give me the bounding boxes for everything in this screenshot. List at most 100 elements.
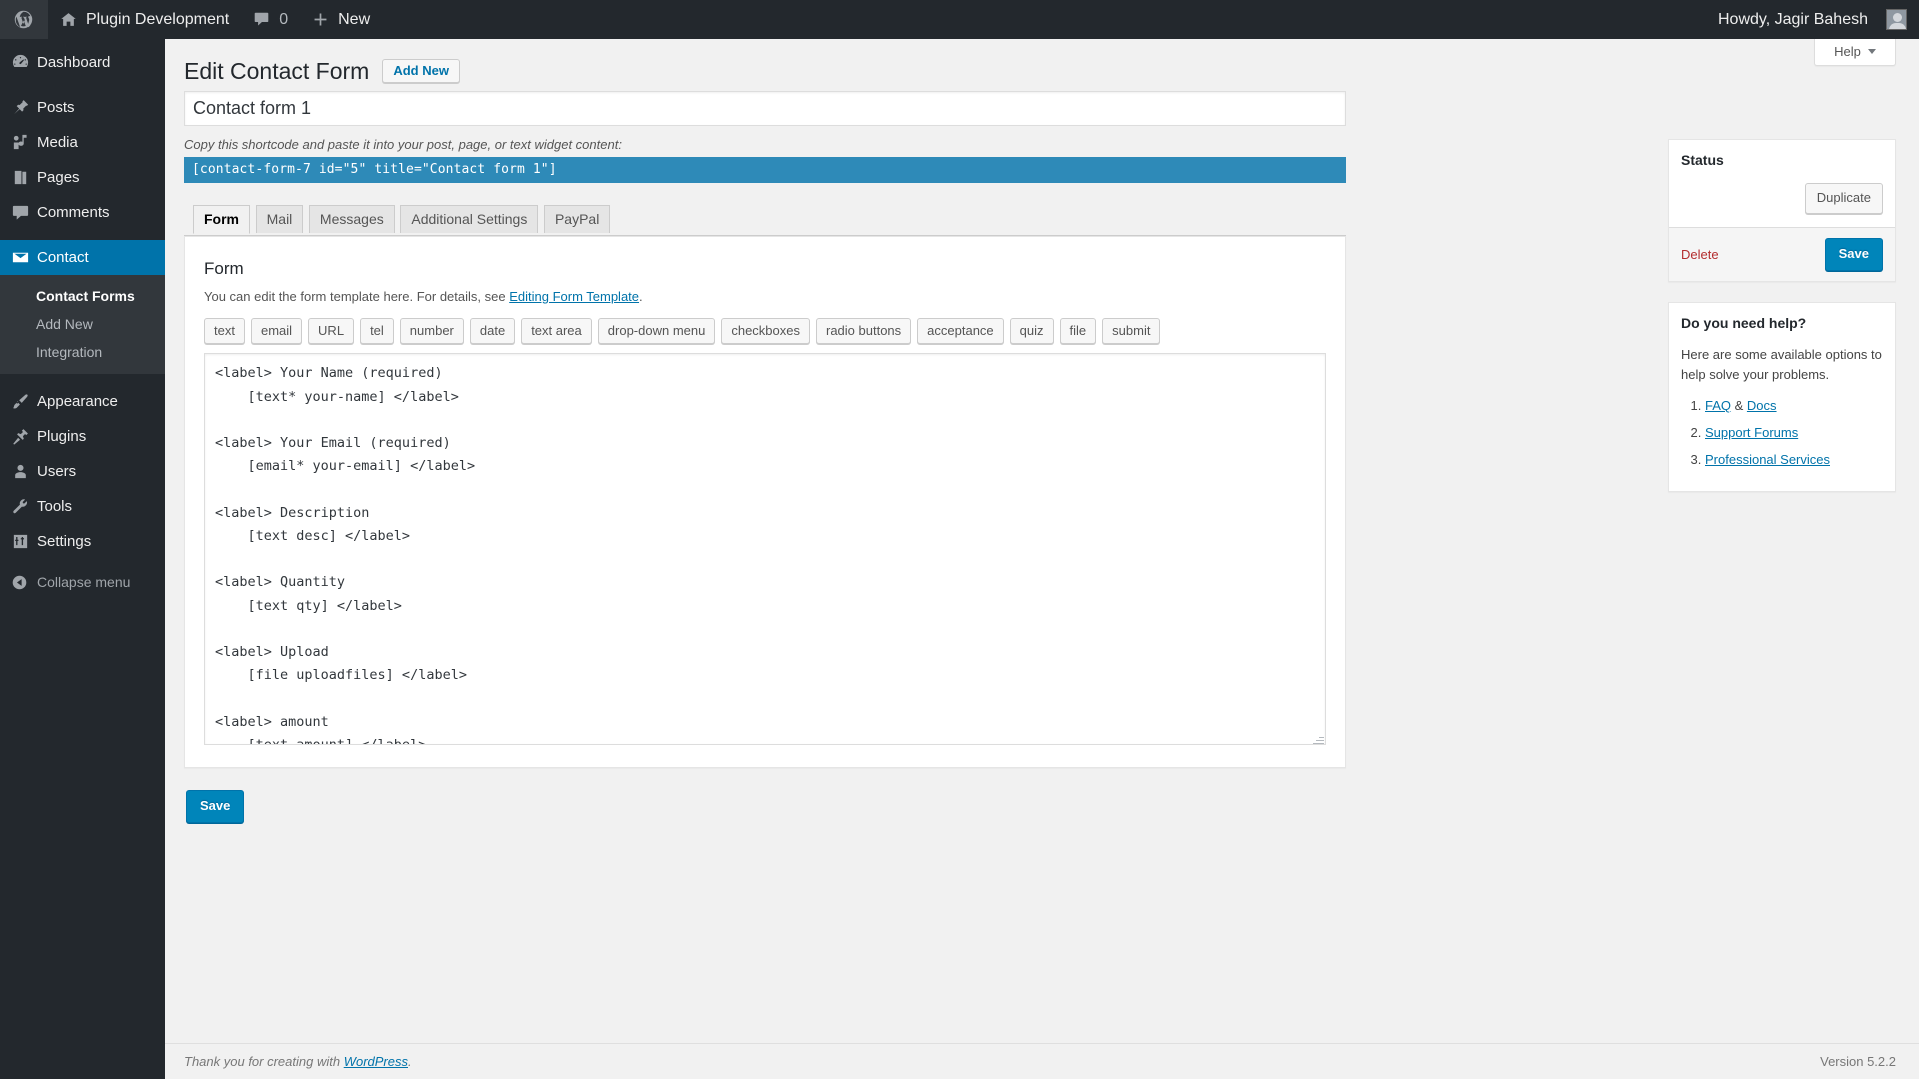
duplicate-button[interactable]: Duplicate <box>1804 183 1883 214</box>
my-account-menu[interactable]: Howdy, Jagir Bahesh <box>1706 0 1919 39</box>
wordpress-logo-menu[interactable] <box>0 0 48 39</box>
sidebar-item-users[interactable]: Users <box>0 454 165 489</box>
help-links-list: FAQ & Docs Support Forums Professional S… <box>1681 396 1883 470</box>
sidebar-item-plugins[interactable]: Plugins <box>0 419 165 454</box>
sidebar-item-label: Dashboard <box>37 54 111 71</box>
add-new-button[interactable]: Add New <box>382 59 460 84</box>
new-content-menu[interactable]: New <box>300 0 382 39</box>
amp-separator: & <box>1731 398 1747 414</box>
sidebar-item-posts[interactable]: Posts <box>0 90 165 125</box>
tag-button-tel[interactable]: tel <box>360 317 394 345</box>
sidebar-item-label: Posts <box>37 99 75 116</box>
status-box-title: Status <box>1681 151 1724 168</box>
tab-paypal[interactable]: PayPal <box>543 204 611 233</box>
status-major-actions: Delete Save <box>1669 227 1895 281</box>
tag-button-drop-down-menu[interactable]: drop-down menu <box>597 317 716 345</box>
tab-additional-settings[interactable]: Additional Settings <box>400 204 539 233</box>
help-box-title: Do you need help? <box>1681 314 1807 331</box>
save-button-main[interactable]: Save <box>186 790 245 823</box>
form-desc-post: . <box>639 288 643 304</box>
tag-button-text-area[interactable]: text area <box>521 317 592 345</box>
sidebar-item-settings[interactable]: Settings <box>0 524 165 559</box>
sidebar-item-contact[interactable]: Contact <box>0 240 173 275</box>
support-forums-link[interactable]: Support Forums <box>1705 425 1798 440</box>
form-template-wrapper: <label> Your Name (required) [text* your… <box>204 353 1326 748</box>
collapse-menu-label: Collapse menu <box>37 574 131 590</box>
list-item: Support Forums <box>1705 423 1883 444</box>
menu-separator <box>0 80 165 90</box>
sidebar-item-pages[interactable]: Pages <box>0 160 165 195</box>
comment-bubble-icon <box>11 203 37 222</box>
textarea-resize-handle[interactable] <box>1311 733 1324 746</box>
tag-button-file[interactable]: file <box>1059 317 1097 345</box>
tag-button-email[interactable]: email <box>250 317 303 345</box>
tag-button-submit[interactable]: submit <box>1102 317 1161 345</box>
submit-row: Save <box>184 768 1346 823</box>
arrow-left-circle-icon <box>11 574 37 591</box>
page-title: Edit Contact Form <box>184 58 370 84</box>
tag-button-number[interactable]: number <box>399 317 464 345</box>
sidebar-item-label: Appearance <box>37 393 118 410</box>
shortcode-input[interactable] <box>184 156 1346 183</box>
editing-form-template-link[interactable]: Editing Form Template <box>509 289 639 304</box>
sidebar-subitem-add-new[interactable]: Add New <box>0 310 165 338</box>
form-title-input[interactable] <box>184 90 1346 126</box>
tab-messages[interactable]: Messages <box>308 204 395 233</box>
tag-button-checkboxes[interactable]: checkboxes <box>721 317 810 345</box>
form-template-textarea[interactable]: <label> Your Name (required) [text* your… <box>204 353 1326 746</box>
page-header: Edit Contact Form Add New <box>184 39 1896 91</box>
tab-mail[interactable]: Mail <box>255 204 304 233</box>
wordpress-logo-icon <box>13 9 34 30</box>
save-button-sidebar[interactable]: Save <box>1824 238 1883 271</box>
comments-menu[interactable]: 0 <box>241 0 300 39</box>
faq-link[interactable]: FAQ <box>1705 398 1731 413</box>
list-item: Professional Services <box>1705 450 1883 471</box>
form-panel-heading: Form <box>204 258 244 278</box>
form-editor-tabs: Form Mail Messages Additional Settings P… <box>184 204 1346 236</box>
collapse-menu-button[interactable]: Collapse menu <box>0 565 165 599</box>
sidebar-subitem-contact-forms[interactable]: Contact Forms <box>0 282 165 310</box>
sidebar-item-label: Contact <box>37 249 89 266</box>
tag-button-quiz[interactable]: quiz <box>1009 317 1054 345</box>
comments-count: 0 <box>279 10 289 28</box>
user-icon <box>11 462 37 481</box>
footer-version: Version 5.2.2 <box>1820 1054 1896 1069</box>
professional-services-link[interactable]: Professional Services <box>1705 452 1830 467</box>
sidebar-item-appearance[interactable]: Appearance <box>0 384 165 419</box>
list-item: FAQ & Docs <box>1705 396 1883 417</box>
avatar <box>1886 9 1907 30</box>
sidebar-item-label: Media <box>37 134 78 151</box>
site-name-menu[interactable]: Plugin Development <box>48 0 241 39</box>
sidebar-item-dashboard[interactable]: Dashboard <box>0 45 165 80</box>
plus-icon <box>312 11 329 28</box>
tag-button-date[interactable]: date <box>469 317 516 345</box>
tag-button-text[interactable]: text <box>204 317 245 345</box>
admin-footer: Thank you for creating with WordPress. V… <box>165 1043 1919 1079</box>
envelope-icon <box>11 248 37 267</box>
shortcode-instruction: Copy this shortcode and paste it into yo… <box>184 136 622 152</box>
sidebar-item-label: Plugins <box>37 428 87 445</box>
help-box-intro: Here are some available options to help … <box>1681 346 1882 383</box>
tag-button-radio-buttons[interactable]: radio buttons <box>816 317 912 345</box>
tag-generator-buttons: text email URL tel number date text area… <box>204 317 1326 345</box>
footer-thankyou: Thank you for creating with WordPress. <box>184 1054 412 1069</box>
footer-thanks-post: . <box>408 1054 412 1069</box>
help-toggle-button[interactable]: Help <box>1814 39 1896 66</box>
contact-submenu: Contact Forms Add New Integration <box>0 275 165 374</box>
sidebar-item-comments[interactable]: Comments <box>0 195 165 230</box>
sidebar-subitem-integration[interactable]: Integration <box>0 338 165 366</box>
sidebar-item-media[interactable]: Media <box>0 125 165 160</box>
tab-form[interactable]: Form <box>193 204 250 234</box>
form-desc-pre: You can edit the form template here. For… <box>204 288 510 304</box>
tag-button-url[interactable]: URL <box>308 317 355 345</box>
status-postbox: Status Duplicate Delete Save <box>1668 138 1896 282</box>
delete-link[interactable]: Delete <box>1681 247 1719 262</box>
tag-button-acceptance[interactable]: acceptance <box>917 317 1004 345</box>
status-minor-actions: Duplicate <box>1669 181 1895 227</box>
wordpress-link[interactable]: WordPress <box>344 1054 408 1069</box>
help-label: Help <box>1834 44 1861 59</box>
menu-separator <box>0 374 165 384</box>
footer-thanks-pre: Thank you for creating with <box>184 1054 344 1069</box>
docs-link[interactable]: Docs <box>1747 398 1777 413</box>
sidebar-item-tools[interactable]: Tools <box>0 489 165 524</box>
